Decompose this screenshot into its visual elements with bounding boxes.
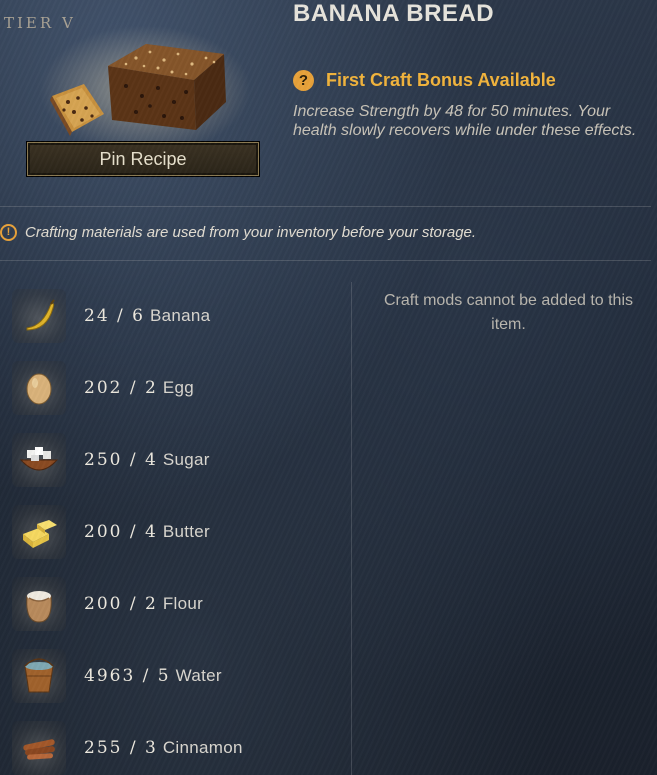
list-item[interactable]: 200 / 4 Butter [12, 504, 332, 560]
warning-icon: ! [0, 224, 17, 241]
material-count: 24 / 6 [84, 306, 145, 326]
craft-mods-note: Craft mods cannot be added to this item. [383, 292, 634, 333]
flour-sack-icon [12, 577, 66, 631]
material-count: 4963 / 5 [84, 666, 171, 686]
material-name: Banana [150, 306, 211, 325]
storage-notice: ! Crafting materials are used from your … [0, 224, 476, 241]
material-count: 202 / 2 [84, 378, 158, 398]
pin-recipe-button[interactable]: Pin Recipe [27, 142, 259, 176]
material-count: 250 / 4 [84, 450, 158, 470]
divider-bottom [0, 260, 651, 261]
banana-icon [12, 289, 66, 343]
material-name: Water [175, 666, 222, 685]
column-divider [351, 282, 352, 775]
cinnamon-icon [12, 721, 66, 775]
list-item[interactable]: 202 / 2 Egg [12, 360, 332, 416]
list-item[interactable]: 255 / 3 Cinnamon [12, 720, 332, 775]
list-item[interactable]: 4963 / 5 Water [12, 648, 332, 704]
bonus-description: Increase Strength by 48 for 50 minutes. … [293, 103, 637, 139]
divider-top [0, 206, 651, 207]
egg-icon [12, 361, 66, 415]
material-name: Flour [162, 594, 204, 613]
banana-bread-icon [50, 44, 226, 136]
question-icon[interactable]: ? [293, 70, 314, 91]
material-name: Egg [162, 378, 194, 397]
notice-text: Crafting materials are used from your in… [25, 224, 477, 241]
first-craft-bonus: ? First Craft Bonus Available [293, 70, 556, 91]
item-title: BANANA BREAD [293, 0, 495, 27]
list-item[interactable]: 24 / 6 Banana [12, 288, 332, 344]
list-item[interactable]: 200 / 2 Flour [12, 576, 332, 632]
material-name: Cinnamon [162, 738, 243, 757]
material-count: 255 / 3 [84, 738, 158, 758]
sugar-icon [12, 433, 66, 487]
material-name: Sugar [162, 450, 210, 469]
material-count: 200 / 4 [84, 522, 158, 542]
material-name: Butter [162, 522, 210, 541]
list-item[interactable]: 250 / 4 Sugar [12, 432, 332, 488]
butter-icon [12, 505, 66, 559]
material-count: 200 / 2 [84, 594, 158, 614]
crafting-panel: TIER V Pin Recipe BANANA BREA [0, 0, 657, 775]
bonus-label: First Craft Bonus Available [326, 70, 556, 90]
water-bucket-icon [12, 649, 66, 703]
